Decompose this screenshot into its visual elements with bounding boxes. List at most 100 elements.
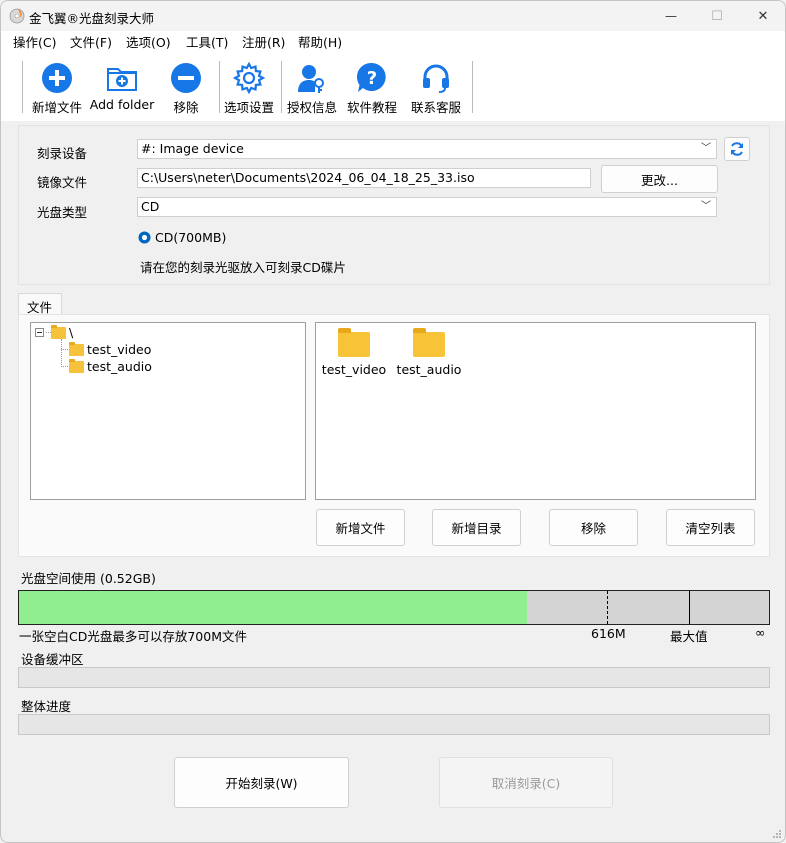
add-file-button[interactable]: 新增文件 — [316, 509, 405, 546]
toolbar-add-file-button[interactable]: 新增文件 — [27, 51, 87, 115]
toolbar: 新增文件 Add folder 移除 选项设置 授权信息 ? 软件教程 联系客服 — [1, 51, 785, 121]
capacity-bar-fill — [19, 591, 527, 624]
collapse-icon[interactable] — [35, 328, 44, 337]
close-button[interactable]: ✕ — [740, 1, 785, 31]
list-item-label: test_video — [321, 362, 387, 377]
disc-type-label: 光盘类型 — [37, 205, 88, 220]
toolbar-add-file-label: 新增文件 — [31, 100, 82, 115]
toolbar-add-folder-label: Add folder — [89, 97, 155, 112]
resize-grip-icon[interactable] — [772, 829, 782, 839]
tab-files[interactable]: 文件 — [18, 293, 62, 315]
device-select-value: #: Image device — [141, 141, 244, 156]
tree-node-test-video[interactable]: test_video — [69, 341, 152, 357]
capacity-label-text: 光盘空间使用 — [21, 571, 97, 586]
toolbar-divider — [281, 61, 282, 113]
device-buffer-bar — [18, 667, 770, 688]
cancel-burn-button[interactable]: 取消刻录(C) — [439, 757, 613, 808]
cd-700mb-radio-label: CD(700MB) — [155, 230, 227, 245]
window-title: 金飞翼®光盘刻录大师 — [29, 11, 155, 26]
list-item-test-video[interactable]: test_video — [319, 328, 389, 377]
list-item-label: test_audio — [396, 362, 462, 377]
folder-icon — [69, 358, 84, 373]
remove-button[interactable]: 移除 — [549, 509, 638, 546]
folder-icon — [338, 328, 370, 357]
tree-node-label: \ — [69, 325, 74, 340]
device-label: 刻录设备 — [37, 146, 88, 161]
title-bar: 金飞翼®光盘刻录大师 — ☐ ✕ — [1, 1, 785, 31]
image-file-label: 镜像文件 — [37, 175, 88, 190]
toolbar-remove-label: 移除 — [173, 100, 199, 115]
toolbar-license-button[interactable]: 授权信息 — [285, 51, 339, 115]
folder-icon — [69, 341, 84, 356]
clear-list-button[interactable]: 清空列表 — [666, 509, 755, 546]
refresh-devices-button[interactable] — [724, 137, 750, 161]
change-image-button[interactable]: 更改... — [601, 165, 718, 193]
toolbar-divider — [472, 61, 473, 113]
capacity-bar — [18, 590, 770, 625]
menu-operate[interactable]: 操作(C) — [13, 32, 56, 51]
toolbar-support-label: 联系客服 — [410, 100, 461, 115]
toolbar-settings-button[interactable]: 选项设置 — [222, 51, 276, 115]
headset-icon — [423, 64, 449, 93]
toolbar-divider — [22, 61, 23, 113]
device-buffer-label: 设备缓冲区 — [21, 652, 84, 667]
minus-circle-icon — [171, 63, 201, 93]
toolbar-settings-label: 选项设置 — [223, 100, 274, 115]
menu-bar: 操作(C) 文件(F) 选项(O) 工具(T) 注册(R) 帮助(H) — [1, 31, 785, 51]
tree-line — [61, 349, 68, 350]
toolbar-add-folder-button[interactable]: Add folder — [88, 51, 156, 113]
overall-progress-bar — [18, 714, 770, 735]
chevron-down-icon: ﹀ — [701, 143, 711, 154]
gear-icon — [233, 62, 265, 94]
capacity-note: 一张空白CD光盘最多可以存放700M文件 — [19, 629, 247, 644]
radio-selected-icon — [138, 231, 151, 244]
capacity-mark-616m-label: 616M — [591, 626, 626, 641]
toolbar-tutorial-button[interactable]: ? 软件教程 — [345, 51, 399, 115]
add-directory-button[interactable]: 新增目录 — [432, 509, 521, 546]
capacity-mark-max — [688, 591, 690, 624]
menu-help[interactable]: 帮助(H) — [298, 32, 342, 51]
capacity-used: (0.52GB) — [100, 571, 156, 586]
tree-node-label: test_audio — [87, 359, 152, 374]
folder-tree[interactable]: \ test_video test_audio — [30, 322, 306, 500]
capacity-mark-616m — [607, 591, 608, 624]
tree-line — [61, 366, 68, 367]
menu-options[interactable]: 选项(O) — [126, 32, 171, 51]
file-list[interactable]: test_video test_audio — [315, 322, 756, 500]
menu-file[interactable]: 文件(F) — [70, 32, 112, 51]
disc-type-select[interactable]: CD ﹀ — [137, 197, 717, 217]
tree-node-label: test_video — [87, 342, 152, 357]
menu-register[interactable]: 注册(R) — [242, 32, 285, 51]
tree-node-test-audio[interactable]: test_audio — [69, 358, 152, 374]
refresh-icon — [731, 142, 743, 156]
cd-700mb-radio[interactable]: CD(700MB) — [138, 230, 226, 245]
app-window: 金飞翼®光盘刻录大师 — ☐ ✕ 操作(C) 文件(F) 选项(O) 工具(T)… — [0, 0, 786, 843]
minimize-icon: — — [665, 9, 677, 23]
list-item-test-audio[interactable]: test_audio — [394, 328, 464, 377]
overall-progress-label: 整体进度 — [21, 699, 72, 714]
capacity-mark-infinity-label: ∞ — [755, 625, 766, 640]
tree-node-root[interactable]: \ — [51, 324, 74, 340]
device-select[interactable]: #: Image device ﹀ — [137, 139, 717, 159]
svg-text:?: ? — [367, 68, 377, 89]
image-file-input[interactable]: C:\Users\neter\Documents\2024_06_04_18_2… — [137, 168, 591, 188]
minimize-button[interactable]: — — [648, 1, 694, 31]
chevron-down-icon: ﹀ — [701, 201, 711, 212]
maximize-icon: ☐ — [711, 8, 723, 24]
maximize-button[interactable]: ☐ — [694, 1, 740, 31]
app-logo-icon — [9, 8, 25, 24]
start-burn-button[interactable]: 开始刻录(W) — [174, 757, 349, 808]
toolbar-remove-button[interactable]: 移除 — [161, 51, 211, 115]
help-icon: ? — [356, 62, 386, 92]
toolbar-tutorial-label: 软件教程 — [346, 100, 397, 115]
menu-tools[interactable]: 工具(T) — [186, 32, 228, 51]
add-folder-icon — [107, 68, 137, 91]
plus-circle-icon — [42, 63, 72, 93]
folder-icon — [413, 328, 445, 357]
capacity-label: 光盘空间使用 (0.52GB) — [21, 568, 156, 587]
toolbar-support-button[interactable]: 联系客服 — [409, 51, 463, 115]
tree-line — [61, 339, 62, 367]
close-icon: ✕ — [757, 8, 769, 24]
toolbar-divider — [219, 61, 220, 113]
insert-disc-hint: 请在您的刻录光驱放入可刻录CD碟片 — [140, 260, 346, 275]
